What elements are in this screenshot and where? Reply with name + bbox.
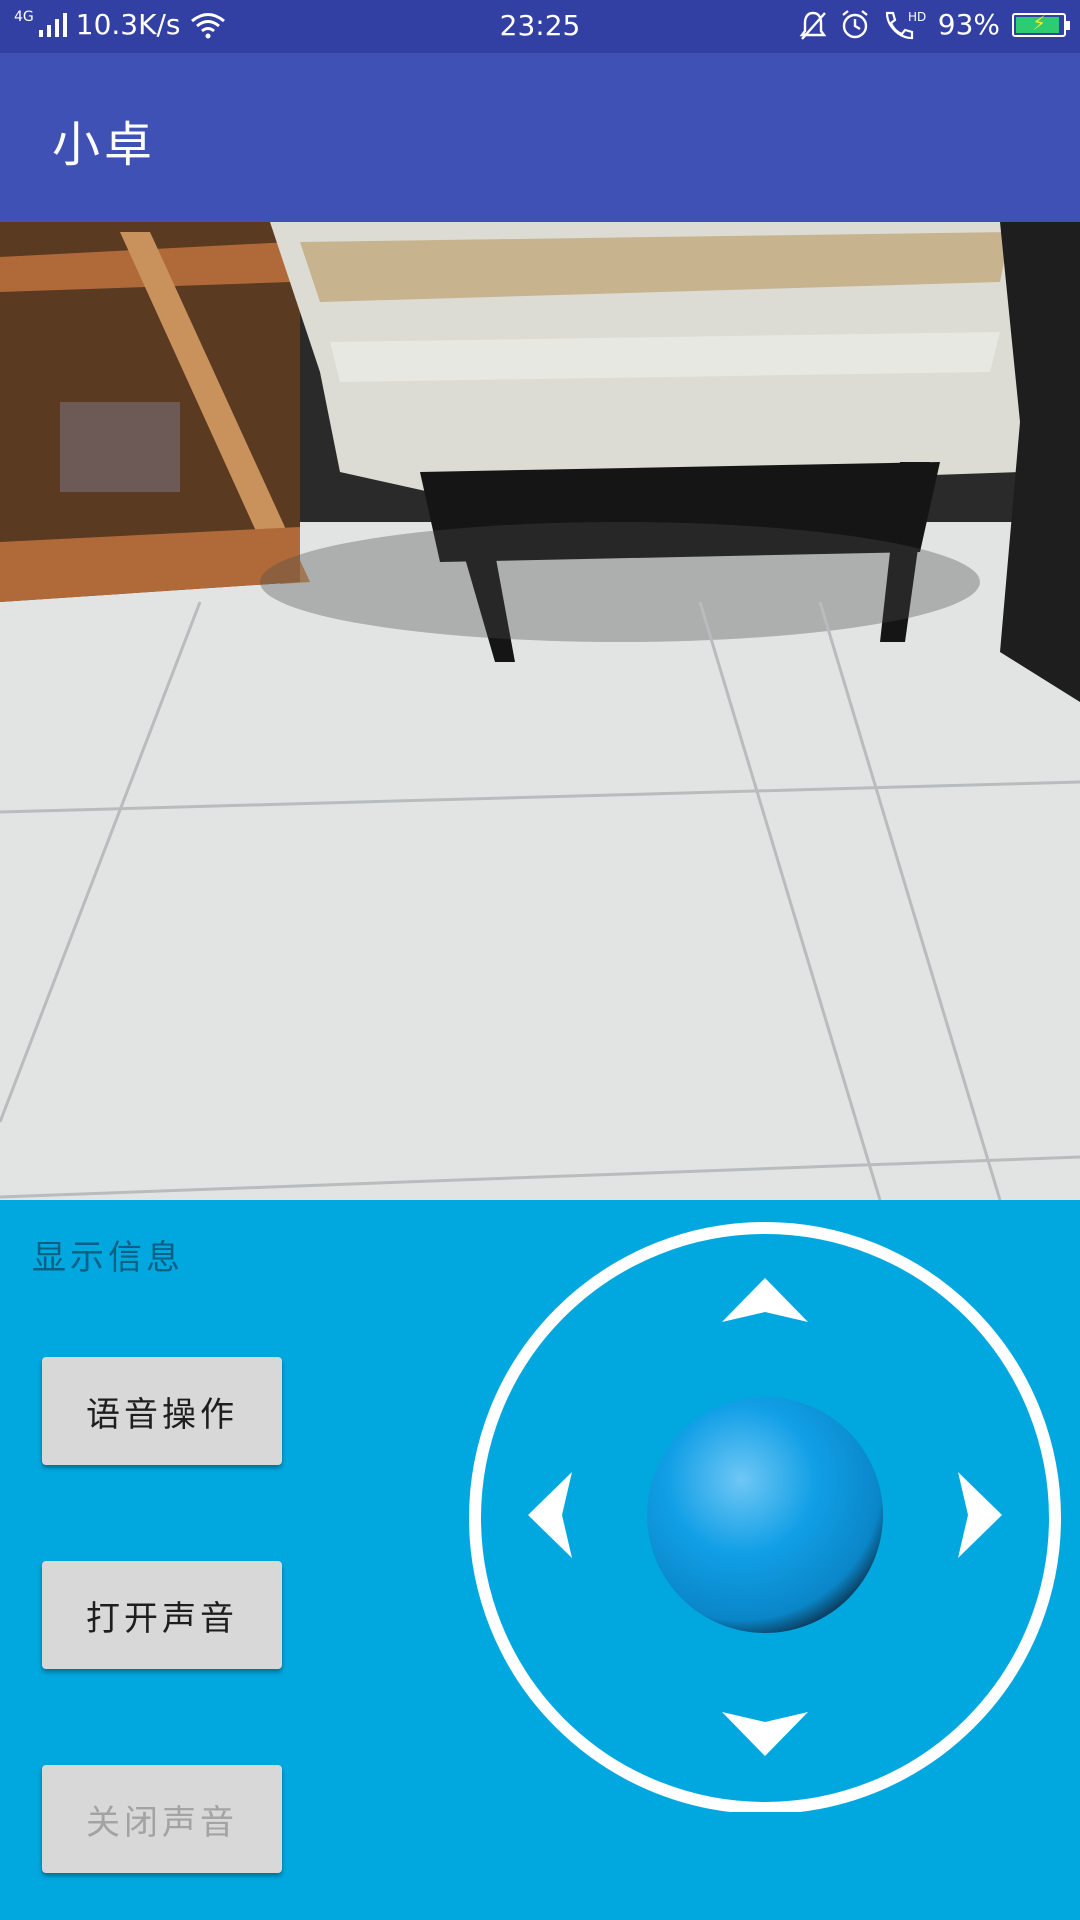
hd-call-icon: HD — [885, 10, 926, 39]
status-bar: 4G 10.3K/s 23:25 HD 93% ⚡ — [0, 0, 1080, 53]
joystick-knob[interactable] — [647, 1397, 883, 1633]
info-display-label: 显示信息 — [32, 1238, 184, 1278]
mute-bell-icon — [799, 11, 827, 40]
left-arrow-icon[interactable] — [528, 1472, 572, 1558]
battery-icon: ⚡ — [1012, 10, 1070, 37]
sound-off-button[interactable]: 关闭声音 — [42, 1765, 282, 1873]
up-arrow-icon[interactable] — [722, 1278, 808, 1322]
direction-joystick[interactable] — [468, 1218, 1062, 1814]
battery-percent: 93% — [937, 8, 1000, 41]
app-title: 小卓 — [52, 117, 157, 173]
right-arrow-icon[interactable] — [958, 1472, 1002, 1558]
voice-control-button[interactable]: 语音操作 — [42, 1357, 282, 1465]
charging-icon: ⚡ — [1031, 10, 1047, 35]
app-screen: 4G 10.3K/s 23:25 HD 93% ⚡ 小卓 显示信息 语音操作 打… — [0, 0, 1080, 1920]
alarm-icon — [842, 9, 868, 38]
camera-frame-image — [0, 222, 1080, 1200]
status-right: HD 93% ⚡ — [798, 8, 1070, 41]
camera-view — [0, 222, 1080, 1200]
app-bar: 小卓 — [0, 53, 1080, 222]
sound-on-button[interactable]: 打开声音 — [42, 1561, 282, 1669]
svg-text:HD: HD — [908, 10, 926, 24]
down-arrow-icon[interactable] — [722, 1712, 808, 1756]
